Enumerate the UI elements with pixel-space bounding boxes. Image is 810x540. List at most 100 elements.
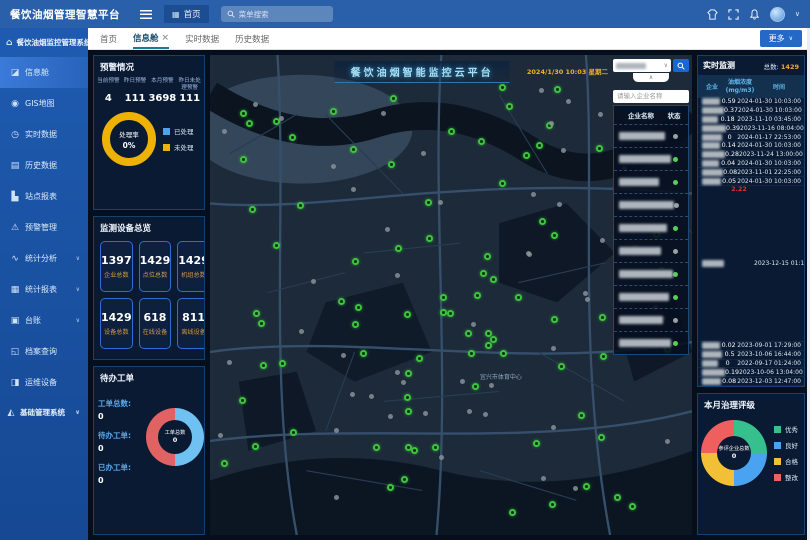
map-marker-offline[interactable] <box>331 164 336 169</box>
map-marker-online[interactable] <box>395 245 402 252</box>
map-marker-offline[interactable] <box>388 414 393 419</box>
map-marker-offline[interactable] <box>299 329 304 334</box>
sidebar-item-archive-query[interactable]: ◱档案查询 <box>0 336 88 367</box>
map-marker-online[interactable] <box>221 460 228 467</box>
map-marker-online[interactable] <box>490 276 497 283</box>
map-marker-offline[interactable] <box>381 111 386 116</box>
map-marker-online[interactable] <box>539 218 546 225</box>
map-marker-online[interactable] <box>290 429 297 436</box>
map-marker-online[interactable] <box>388 161 395 168</box>
map-marker-offline[interactable] <box>351 187 356 192</box>
map-marker-online[interactable] <box>509 509 516 516</box>
map-container[interactable]: 餐饮油烟智能监控云平台 2024/1/30 10:03 星期二 宜兴市体育中心 … <box>210 55 692 535</box>
map-marker-online[interactable] <box>401 476 408 483</box>
map-marker-online[interactable] <box>474 292 481 299</box>
map-marker-online[interactable] <box>405 370 412 377</box>
map-marker-online[interactable] <box>352 258 359 265</box>
map-marker-offline[interactable] <box>483 412 488 417</box>
map-marker-offline[interactable] <box>279 116 284 121</box>
map-marker-online[interactable] <box>536 142 543 149</box>
user-avatar[interactable] <box>770 7 785 22</box>
map-marker-offline[interactable] <box>341 353 346 358</box>
map-marker-online[interactable] <box>240 156 247 163</box>
map-marker-offline[interactable] <box>600 238 605 243</box>
map-marker-online[interactable] <box>472 383 479 390</box>
map-marker-online[interactable] <box>387 484 394 491</box>
map-marker-online[interactable] <box>484 253 491 260</box>
map-marker-online[interactable] <box>600 353 607 360</box>
map-marker-online[interactable] <box>468 350 475 357</box>
more-button[interactable]: 更多 ∨ <box>760 30 802 47</box>
home-shortcut[interactable]: ▦ 首页 <box>164 5 209 23</box>
map-marker-online[interactable] <box>448 128 455 135</box>
map-marker-online[interactable] <box>373 444 380 451</box>
company-row[interactable] <box>614 170 688 193</box>
map-marker-online[interactable] <box>289 134 296 141</box>
map-marker-online[interactable] <box>551 316 558 323</box>
map-marker-online[interactable] <box>499 84 506 91</box>
tab-info-cabin[interactable]: 信息舱× <box>133 28 169 49</box>
company-row[interactable] <box>614 308 688 331</box>
map-marker-online[interactable] <box>352 321 359 328</box>
map-marker-online[interactable] <box>426 235 433 242</box>
map-marker-offline[interactable] <box>334 428 339 433</box>
map-marker-online[interactable] <box>338 298 345 305</box>
map-marker-online[interactable] <box>485 330 492 337</box>
map-marker-offline[interactable] <box>489 383 494 388</box>
map-marker-online[interactable] <box>239 397 246 404</box>
map-marker-offline[interactable] <box>541 476 546 481</box>
map-marker-offline[interactable] <box>334 495 339 500</box>
map-marker-online[interactable] <box>405 408 412 415</box>
map-marker-online[interactable] <box>253 310 260 317</box>
map-marker-online[interactable] <box>478 138 485 145</box>
sidebar-item-history-data[interactable]: ▤历史数据 <box>0 150 88 181</box>
sidebar-item-ledger[interactable]: ▣台账∨ <box>0 305 88 336</box>
map-marker-offline[interactable] <box>539 88 544 93</box>
tab-realtime-data[interactable]: 实时数据 <box>185 28 219 49</box>
map-marker-online[interactable] <box>485 342 492 349</box>
collapse-toggle[interactable]: ∧ <box>633 73 669 82</box>
close-icon[interactable]: × <box>162 33 170 43</box>
tab-home[interactable]: 首页 <box>100 28 117 49</box>
sidebar-item-info-cabin[interactable]: ◪信息舱 <box>0 57 88 88</box>
sidebar-item-gis-map[interactable]: ◉GIS地图 <box>0 88 88 119</box>
map-marker-online[interactable] <box>404 394 411 401</box>
map-marker-online[interactable] <box>533 440 540 447</box>
map-marker-offline[interactable] <box>665 439 670 444</box>
map-marker-online[interactable] <box>279 360 286 367</box>
map-marker-online[interactable] <box>599 314 606 321</box>
map-marker-offline[interactable] <box>531 192 536 197</box>
company-row[interactable] <box>614 285 688 308</box>
map-marker-online[interactable] <box>578 412 585 419</box>
map-marker-online[interactable] <box>598 434 605 441</box>
map-marker-online[interactable] <box>440 309 447 316</box>
hamburger-menu-icon[interactable] <box>140 10 152 19</box>
map-marker-offline[interactable] <box>471 322 476 327</box>
map-marker-offline[interactable] <box>395 273 400 278</box>
map-marker-offline[interactable] <box>253 102 258 107</box>
map-marker-offline[interactable] <box>566 99 571 104</box>
map-marker-online[interactable] <box>447 310 454 317</box>
map-marker-online[interactable] <box>549 501 556 508</box>
map-marker-online[interactable] <box>614 494 621 501</box>
map-marker-online[interactable] <box>551 232 558 239</box>
map-marker-offline[interactable] <box>439 455 444 460</box>
map-marker-offline[interactable] <box>573 486 578 491</box>
notification-icon[interactable] <box>749 9 760 20</box>
map-marker-online[interactable] <box>432 444 439 451</box>
map-marker-online[interactable] <box>350 146 357 153</box>
map-marker-online[interactable] <box>246 120 253 127</box>
map-marker-online[interactable] <box>297 202 304 209</box>
sidebar-item-stat-analysis[interactable]: ∿统计分析∨ <box>0 243 88 274</box>
map-marker-offline[interactable] <box>421 151 426 156</box>
sidebar-item-station-report[interactable]: ▙站点报表 <box>0 181 88 212</box>
sidebar-item-alarm-manage[interactable]: ⚠预警管理 <box>0 212 88 243</box>
map-marker-offline[interactable] <box>551 425 556 430</box>
map-marker-online[interactable] <box>596 145 603 152</box>
map-marker-offline[interactable] <box>222 129 227 134</box>
map-marker-offline[interactable] <box>218 433 223 438</box>
map-marker-offline[interactable] <box>549 121 554 126</box>
map-marker-online[interactable] <box>499 180 506 187</box>
sidebar-system-header[interactable]: ⌂ 餐饮油烟监控管理系统 ∧ <box>0 28 88 57</box>
user-dropdown-chevron-icon[interactable]: ∨ <box>795 10 800 18</box>
